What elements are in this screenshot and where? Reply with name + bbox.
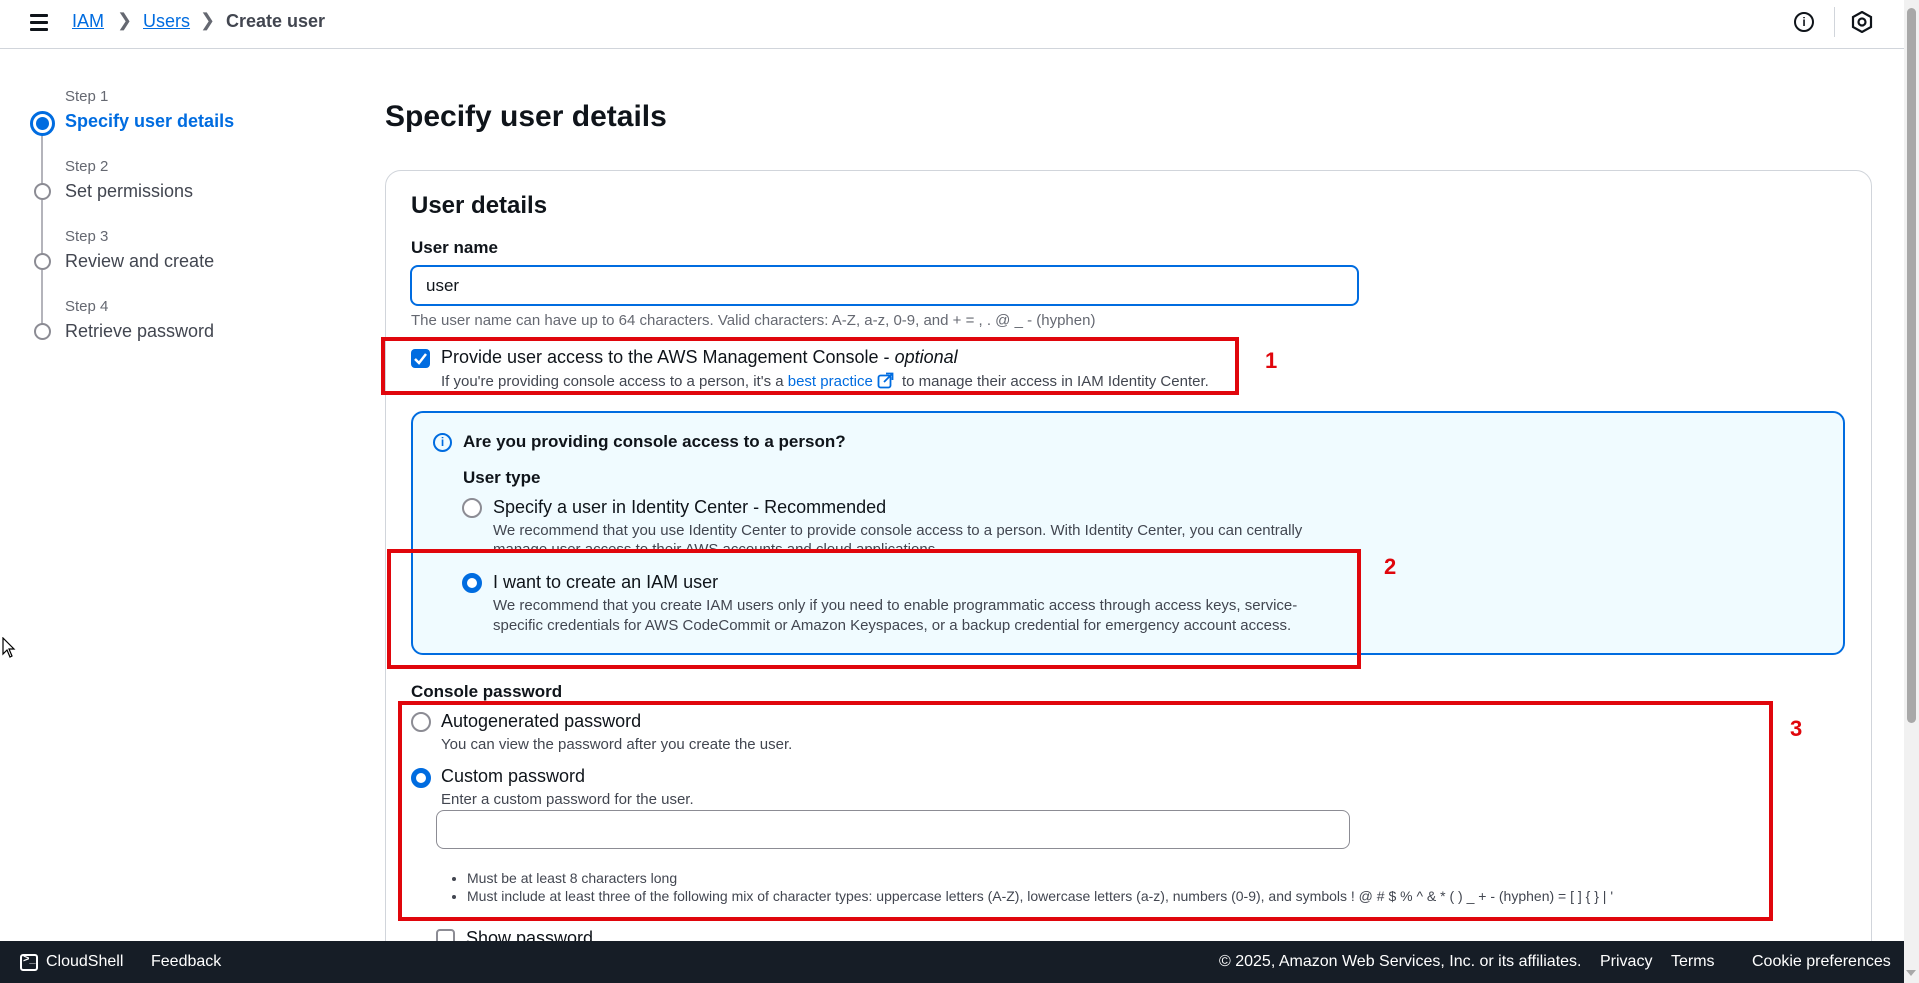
step-1-title[interactable]: Specify user details bbox=[65, 111, 234, 132]
settings-icon[interactable] bbox=[1851, 11, 1873, 33]
step-2-number: Step 2 bbox=[65, 158, 109, 175]
user-type-label: User type bbox=[463, 468, 541, 487]
info-icon[interactable]: i bbox=[1794, 12, 1814, 32]
chevron-right-icon: ❯ bbox=[200, 10, 216, 30]
breadcrumb-users[interactable]: Users bbox=[143, 11, 190, 32]
cloudshell-icon[interactable] bbox=[20, 953, 38, 971]
step-connector bbox=[41, 270, 43, 324]
page-title: Specify user details bbox=[385, 100, 667, 133]
copyright-text: © 2025, Amazon Web Services, Inc. or its… bbox=[1219, 953, 1582, 970]
step-4-number: Step 4 bbox=[65, 298, 109, 315]
identity-center-label: Specify a user in Identity Center - Reco… bbox=[493, 497, 887, 517]
cookie-preferences-link[interactable]: Cookie preferences bbox=[1752, 953, 1891, 971]
annotation-label-1: 1 bbox=[1265, 348, 1278, 373]
step-3-title: Review and create bbox=[65, 251, 215, 271]
step-4-indicator bbox=[34, 323, 51, 340]
scrollbar-thumb[interactable] bbox=[1907, 8, 1916, 723]
step-1-indicator bbox=[30, 111, 55, 136]
annotation-box-3 bbox=[398, 701, 1773, 921]
annotation-label-3: 3 bbox=[1790, 716, 1803, 741]
username-input[interactable] bbox=[410, 265, 1359, 306]
username-hint: The user name can have up to 64 characte… bbox=[411, 312, 1096, 329]
feedback-link[interactable]: Feedback bbox=[151, 953, 221, 971]
breadcrumb-iam[interactable]: IAM bbox=[72, 11, 104, 32]
cloudshell-link[interactable]: CloudShell bbox=[46, 953, 123, 971]
info-icon: i bbox=[433, 433, 452, 452]
chevron-right-icon: ❯ bbox=[117, 10, 133, 30]
scroll-down-arrow[interactable] bbox=[1906, 970, 1916, 976]
step-2-title: Set permissions bbox=[65, 181, 194, 201]
step-connector bbox=[41, 135, 43, 187]
terms-link[interactable]: Terms bbox=[1671, 953, 1715, 971]
username-label: User name bbox=[411, 238, 498, 257]
section-title: User details bbox=[411, 192, 548, 219]
annotation-box-2 bbox=[387, 549, 1361, 669]
footer: CloudShell Feedback © 2025, Amazon Web S… bbox=[0, 941, 1904, 983]
step-2-indicator bbox=[34, 183, 51, 200]
step-1-number: Step 1 bbox=[65, 88, 109, 105]
step-3-number: Step 3 bbox=[65, 228, 109, 245]
privacy-link[interactable]: Privacy bbox=[1600, 953, 1652, 971]
step-3-indicator bbox=[34, 253, 51, 270]
annotation-label-2: 2 bbox=[1384, 554, 1397, 579]
top-navigation: IAM ❯ Users ❯ Create user i bbox=[0, 0, 1904, 49]
breadcrumb-current: Create user bbox=[226, 11, 326, 31]
identity-center-radio[interactable] bbox=[462, 498, 482, 518]
menu-icon[interactable] bbox=[30, 14, 48, 31]
identity-center-desc-line1: We recommend that you use Identity Cente… bbox=[493, 522, 1303, 539]
divider bbox=[1834, 7, 1835, 37]
mouse-cursor-icon bbox=[2, 637, 16, 658]
console-password-label: Console password bbox=[411, 682, 563, 701]
annotation-box-1 bbox=[381, 337, 1239, 395]
info-heading: Are you providing console access to a pe… bbox=[463, 432, 846, 451]
step-4-title: Retrieve password bbox=[65, 321, 215, 341]
step-connector bbox=[41, 200, 43, 254]
